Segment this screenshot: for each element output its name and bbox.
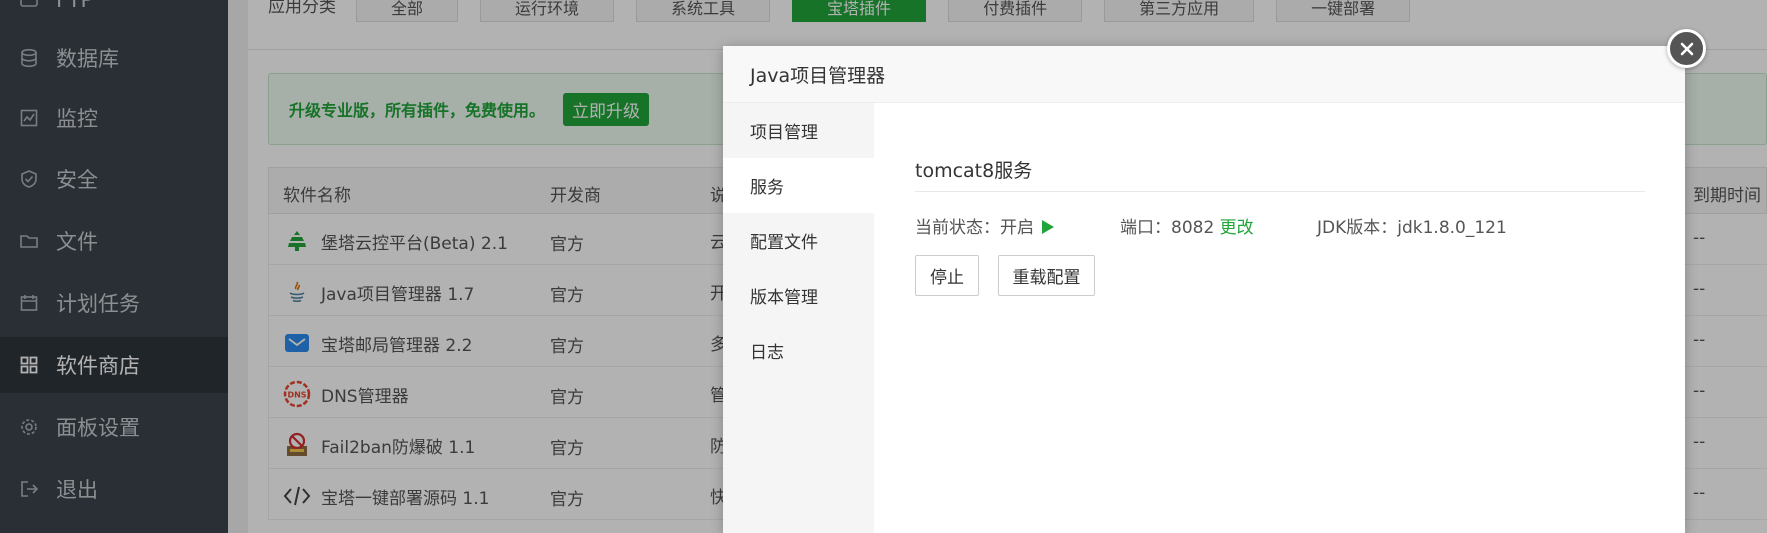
modal-close-button[interactable] [1667,29,1706,68]
tab-label: 服务 [750,178,784,198]
service-status-row: 当前状态：开启 端口：8082 更改 JDK版本：jdk1.8.0_121 [915,213,1655,238]
port-field: 端口：8082 更改 [1120,213,1254,238]
status-field: 当前状态：开启 [915,213,1054,238]
modal-title: Java项目管理器 [750,64,886,87]
status-label: 当前状态：开启 [915,218,1034,238]
jdk-label: JDK版本：jdk1.8.0_121 [1317,218,1507,238]
service-title: tomcat8服务 [915,160,1033,182]
tab-log[interactable]: 日志 [723,323,874,378]
modal-header: Java项目管理器 [723,46,1685,103]
port-label: 端口：8082 [1120,218,1215,238]
java-manager-modal: Java项目管理器 项目管理 服务 配置文件 版本管理 日志 tomcat8服务 [723,46,1685,533]
modal-body: 项目管理 服务 配置文件 版本管理 日志 tomcat8服务 当前状态：开启 端… [723,103,1685,533]
tab-version-management[interactable]: 版本管理 [723,268,874,323]
tab-project-management[interactable]: 项目管理 [723,103,874,158]
reload-config-button[interactable]: 重载配置 [998,255,1095,296]
play-icon [1042,220,1054,234]
stop-button[interactable]: 停止 [915,255,979,296]
tab-config-file[interactable]: 配置文件 [723,213,874,268]
tab-service[interactable]: 服务 [723,158,874,213]
tab-label: 日志 [750,343,784,363]
close-icon [1679,41,1695,57]
tab-label: 项目管理 [750,123,818,143]
tab-label: 配置文件 [750,233,818,253]
port-change-link[interactable]: 更改 [1220,218,1254,238]
service-panel: tomcat8服务 当前状态：开启 端口：8082 更改 JDK版本：jdk1.… [874,103,1685,533]
divider [915,191,1645,192]
tab-label: 版本管理 [750,288,818,308]
modal-tabs: 项目管理 服务 配置文件 版本管理 日志 [723,103,874,533]
